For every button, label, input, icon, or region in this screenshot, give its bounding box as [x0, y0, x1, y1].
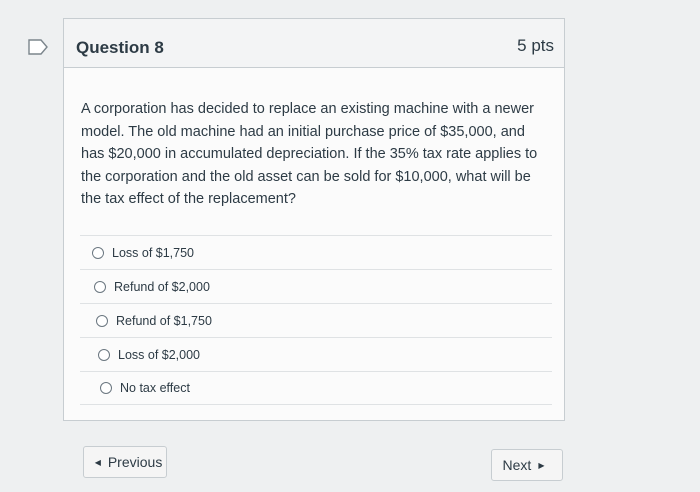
question-header: Question 8 5 pts	[64, 19, 564, 68]
question-card: Question 8 5 pts A corporation has decid…	[63, 18, 565, 421]
answer-label: Refund of $1,750	[116, 313, 212, 328]
answer-option[interactable]: Refund of $2,000	[80, 269, 552, 303]
question-points: 5 pts	[517, 36, 554, 55]
radio-button[interactable]	[92, 246, 104, 259]
answer-label: Loss of $2,000	[118, 347, 201, 362]
answer-option[interactable]: No tax effect	[80, 371, 552, 405]
answer-option[interactable]: Refund of $1,750	[80, 303, 552, 337]
radio-button[interactable]	[94, 280, 106, 293]
radio-button[interactable]	[100, 382, 112, 394]
flag-icon[interactable]	[27, 38, 49, 56]
next-label: Next	[502, 457, 532, 473]
question-text: A corporation has decided to replace an …	[81, 101, 538, 207]
answer-option[interactable]: Loss of $2,000	[80, 337, 552, 371]
previous-label: Previous	[107, 454, 163, 470]
answer-label: Refund of $2,000	[114, 279, 210, 294]
radio-button[interactable]	[98, 348, 110, 361]
previous-button[interactable]: ◀ Previous	[83, 446, 167, 478]
answer-option[interactable]: Loss of $1,750	[80, 235, 552, 269]
chevron-right-icon: ▶	[538, 460, 545, 470]
quiz-page: Question 8 5 pts A corporation has decid…	[0, 0, 700, 492]
next-button[interactable]: Next ▶	[491, 449, 563, 481]
radio-button[interactable]	[96, 314, 108, 327]
answer-list: Loss of $1,750 Refund of $2,000 Refund o…	[80, 235, 552, 405]
chevron-left-icon: ◀	[94, 457, 101, 467]
answer-label: No tax effect	[120, 381, 190, 395]
answer-label: Loss of $1,750	[112, 245, 195, 260]
question-title: Question 8	[76, 38, 164, 57]
